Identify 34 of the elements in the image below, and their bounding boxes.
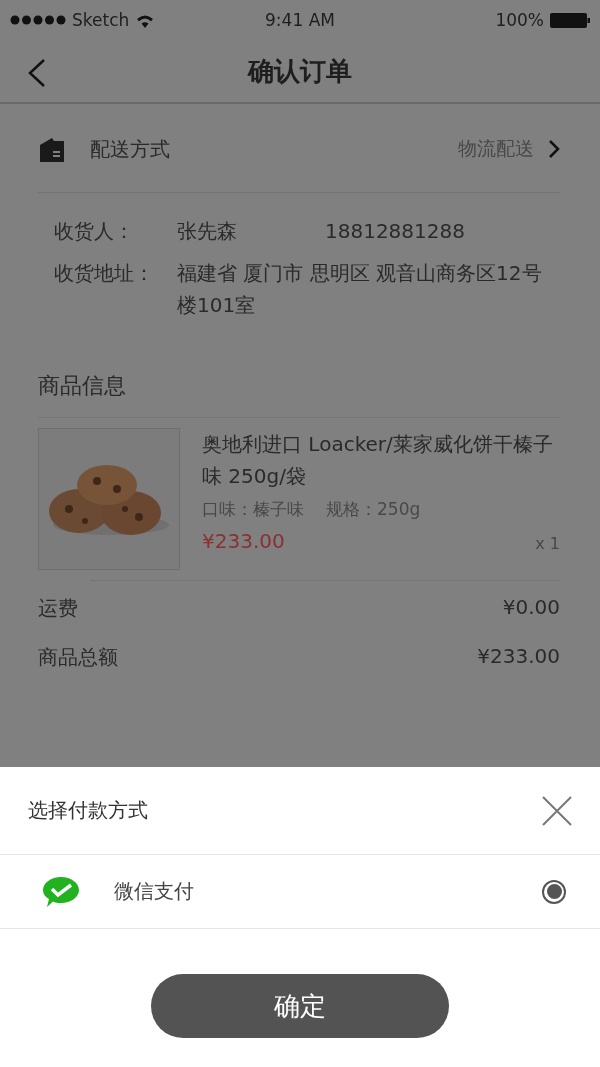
address-text: 福建省 厦门市 思明区 观音山商务区12号楼101室 — [177, 260, 543, 319]
back-icon[interactable] — [26, 58, 46, 88]
battery-percent: 100% — [495, 10, 544, 30]
product-price: ¥233.00 — [202, 529, 285, 553]
delivery-value: 物流配送 — [458, 136, 534, 161]
chat-bubble-check-icon — [42, 875, 80, 908]
status-time: 9:41 AM — [265, 10, 335, 30]
delivery-label: 配送方式 — [90, 135, 171, 163]
carrier-name: Sketch — [72, 10, 130, 30]
summary-value: ¥233.00 — [477, 644, 560, 670]
address-label: 收货地址： — [54, 260, 155, 287]
product-option: 口味：榛子味 — [202, 498, 304, 521]
recipient-label: 收货人： — [54, 218, 135, 245]
product-name: 奥地利进口 Loacker/莱家威化饼干榛子味 250g/袋 — [202, 431, 554, 490]
sheet-title: 选择付款方式 — [28, 797, 148, 824]
payment-option[interactable]: 微信支付 — [0, 855, 600, 929]
confirm-button[interactable]: 确定 — [151, 974, 449, 1038]
recipient-phone: 18812881288 — [325, 218, 465, 245]
wallet-icon — [38, 135, 66, 163]
summary-value: ¥0.00 — [502, 595, 560, 621]
product-quantity: x 1 — [535, 534, 560, 553]
chevron-right-icon — [548, 139, 560, 159]
product-option: 规格：250g — [326, 498, 421, 521]
delivery-row[interactable]: 配送方式 物流配送 — [38, 106, 560, 193]
signal-icon — [10, 15, 66, 25]
payment-name: 微信支付 — [114, 878, 195, 905]
page-title: 确认订单 — [248, 54, 352, 88]
summary-label: 商品总额 — [38, 644, 118, 671]
battery-icon — [550, 12, 590, 28]
section-title: 商品信息 — [38, 372, 126, 400]
summary-label: 运费 — [38, 595, 78, 622]
recipient-name: 张先森 — [177, 218, 238, 245]
close-icon[interactable] — [542, 795, 572, 826]
radio-button[interactable] — [542, 879, 566, 904]
